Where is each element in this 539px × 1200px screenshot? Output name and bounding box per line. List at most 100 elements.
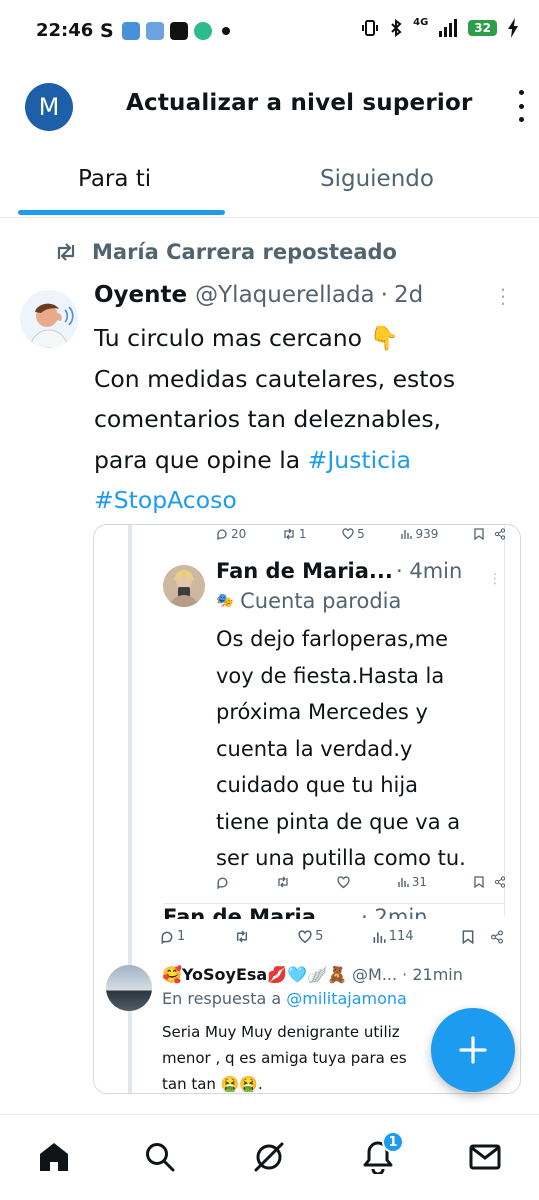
compose-button[interactable] bbox=[431, 1008, 515, 1092]
vibrate-icon bbox=[362, 20, 379, 36]
inner-views-group: 31 bbox=[397, 875, 427, 889]
reply-author-avatar bbox=[106, 965, 152, 1011]
tweet-text-line: comentarios tan deleznables, bbox=[94, 405, 442, 433]
bookmark-icon bbox=[474, 528, 484, 540]
heart-icon bbox=[298, 929, 312, 943]
row-views-group: 114 bbox=[372, 929, 414, 944]
tweet-author-handle[interactable]: @Ylaquerellada bbox=[195, 282, 375, 308]
inner-timestamp: · 4min bbox=[396, 559, 463, 583]
inner-author-avatar bbox=[163, 565, 205, 607]
parody-label-text: Cuenta parodia bbox=[240, 589, 402, 613]
more-notifications-dot-icon bbox=[222, 27, 230, 35]
avatar-letter: M bbox=[38, 93, 60, 121]
home-icon bbox=[40, 1143, 68, 1171]
search-icon bbox=[146, 1143, 175, 1172]
tab-siguiendo[interactable]: Siguiendo bbox=[320, 166, 434, 192]
inner-views-count: 31 bbox=[411, 875, 428, 889]
bookmark-icon bbox=[474, 876, 484, 888]
heart-icon bbox=[337, 875, 350, 888]
profile-avatar-button[interactable]: M bbox=[25, 83, 73, 131]
app-header: M Actualizar a nivel superior bbox=[0, 62, 539, 152]
like-count: 5 bbox=[357, 527, 365, 541]
reply-icon bbox=[217, 529, 227, 540]
photo-avatar bbox=[163, 565, 205, 607]
row-views-count: 114 bbox=[388, 929, 414, 944]
app-notification-icon bbox=[170, 22, 188, 40]
in-reply-to-mention: @militajamona bbox=[286, 989, 407, 1008]
inner-text-line: cuidado que tu hija bbox=[216, 773, 419, 797]
plus-icon bbox=[459, 1036, 487, 1064]
reply-author-handle: @M... bbox=[352, 965, 398, 984]
inner-tweet-actions: 31 bbox=[216, 875, 506, 889]
share-icon bbox=[494, 528, 506, 540]
repost-icon bbox=[284, 528, 294, 540]
reply-timestamp: · 21min bbox=[402, 965, 463, 984]
views-count: 939 bbox=[415, 527, 439, 541]
upgrade-title-link[interactable]: Actualizar a nivel superior bbox=[126, 90, 473, 116]
views-count-group: 939 bbox=[400, 527, 438, 541]
nav-search[interactable] bbox=[140, 1137, 180, 1177]
nav-notifications[interactable]: 1 bbox=[358, 1131, 404, 1177]
tab-para-ti[interactable]: Para ti bbox=[78, 166, 151, 192]
parody-mask-icon: 🎭 bbox=[216, 593, 234, 609]
repost-icon bbox=[57, 243, 75, 261]
reply-author-name: 🥰YoSoyEsa💋🩵🪽🧸 bbox=[162, 965, 347, 984]
inner-more-icon: ⋮ bbox=[488, 571, 502, 587]
reply-header: 🥰YoSoyEsa💋🩵🪽🧸 @M... · 21min bbox=[162, 965, 463, 984]
screenshot-top-actions: 20 1 5 939 bbox=[216, 527, 506, 541]
listener-avatar-illustration bbox=[20, 290, 78, 348]
tweet-author-avatar[interactable] bbox=[20, 290, 78, 348]
inner-author-name: Fan de Maria... bbox=[216, 559, 393, 583]
views-icon bbox=[398, 878, 409, 887]
inner-text-line: Os dejo farloperas,me bbox=[216, 627, 449, 651]
nav-messages[interactable] bbox=[465, 1137, 505, 1177]
repost-count: 1 bbox=[298, 527, 307, 541]
views-icon bbox=[401, 530, 413, 539]
row-like-count: 5 bbox=[315, 929, 324, 944]
signal-icon bbox=[439, 19, 458, 37]
hashtag-justicia-link[interactable]: #Justicia bbox=[308, 446, 411, 474]
cut-off-author-name: Fan de Maria... bbox=[163, 907, 340, 919]
in-reply-to: En respuesta a @militajamona bbox=[162, 989, 407, 1008]
tweet-author-name[interactable]: Oyente bbox=[94, 282, 187, 308]
tweet-text: Tu circulo mas cercano 👇 Con medidas cau… bbox=[94, 318, 534, 521]
more-vertical-icon[interactable] bbox=[515, 90, 527, 122]
tweet-media-image[interactable]: 20 1 5 939 Fan de Maria... · 4min ⋮ 🎭 Cu… bbox=[93, 524, 521, 1094]
repost-icon bbox=[278, 876, 288, 888]
share-icon bbox=[494, 876, 506, 888]
repost-icon bbox=[236, 930, 247, 943]
repost-context[interactable]: María Carrera reposteado bbox=[54, 240, 397, 264]
battery-level: 32 bbox=[468, 20, 497, 36]
inner-text-line: tiene pinta de que va a bbox=[216, 809, 461, 834]
heart-icon bbox=[342, 528, 354, 540]
status-time: 22:46 bbox=[36, 20, 94, 41]
inner-share-group bbox=[474, 876, 506, 888]
nav-grok[interactable] bbox=[249, 1137, 289, 1177]
bookmark-icon bbox=[462, 929, 474, 944]
weather-app-icon-2 bbox=[146, 22, 164, 40]
nav-home[interactable] bbox=[34, 1137, 74, 1177]
tweet-text-fragment: para que opine la bbox=[94, 445, 308, 474]
tweet-timestamp[interactable]: 2d bbox=[394, 282, 423, 308]
tweet-text-line-with-hashtag: para que opine la #Justicia bbox=[94, 440, 534, 481]
views-icon bbox=[373, 931, 386, 943]
tweet-separator: · bbox=[380, 282, 388, 308]
hashtag-stopacoso-link[interactable]: #StopAcoso bbox=[94, 480, 534, 521]
messages-icon bbox=[469, 1144, 501, 1170]
status-right-icons: 4G 32 bbox=[361, 17, 519, 38]
share-icon bbox=[491, 929, 503, 944]
reply-icon bbox=[161, 931, 173, 944]
cut-off-tweet-row: Fan de Maria... · 2min bbox=[163, 907, 503, 919]
parody-label: 🎭 Cuenta parodia bbox=[216, 589, 401, 613]
repost-count-group: 1 bbox=[282, 527, 307, 541]
tweet-more-icon[interactable]: ⋮ bbox=[493, 286, 513, 306]
carrier-s-icon: S bbox=[100, 20, 114, 42]
chat-app-icon bbox=[194, 22, 212, 40]
row-like-group: 5 bbox=[298, 929, 323, 944]
charging-icon bbox=[508, 18, 518, 38]
tweet-text-line: Tu circulo mas cercano 👇 bbox=[94, 324, 399, 352]
inner-text-line: próxima Mercedes y bbox=[216, 700, 428, 724]
inner-separator bbox=[163, 903, 505, 904]
share-group bbox=[474, 528, 506, 540]
inner-text-line: ser una putilla como tu. bbox=[216, 846, 466, 870]
